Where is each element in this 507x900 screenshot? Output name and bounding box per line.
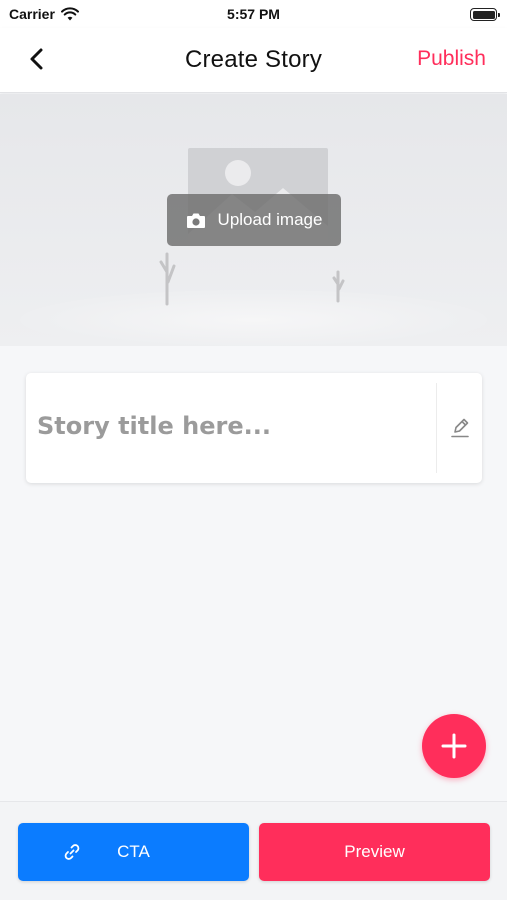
edit-title-button[interactable] xyxy=(448,415,472,441)
cover-image-area: Upload image xyxy=(0,94,507,346)
plus-icon xyxy=(441,733,467,759)
add-content-button[interactable] xyxy=(422,714,486,778)
status-time: 5:57 PM xyxy=(227,6,280,22)
status-bar: Carrier 5:57 PM xyxy=(0,0,507,28)
upload-image-button[interactable]: Upload image xyxy=(167,194,341,246)
title-divider xyxy=(436,383,437,473)
navigation-bar: Create Story Publish xyxy=(0,28,507,93)
story-title-card xyxy=(26,373,482,483)
bottom-action-bar: CTA Preview xyxy=(0,801,507,900)
cta-button[interactable]: CTA xyxy=(18,823,249,881)
preview-label: Preview xyxy=(344,842,405,861)
camera-icon xyxy=(186,213,205,228)
pencil-icon xyxy=(451,418,469,438)
battery-icon xyxy=(470,8,500,21)
upload-image-label: Upload image xyxy=(217,210,323,229)
cta-label: CTA xyxy=(117,842,150,861)
preview-button[interactable]: Preview xyxy=(259,823,490,881)
publish-button[interactable]: Publish xyxy=(417,47,486,71)
story-title-input[interactable] xyxy=(37,403,427,449)
